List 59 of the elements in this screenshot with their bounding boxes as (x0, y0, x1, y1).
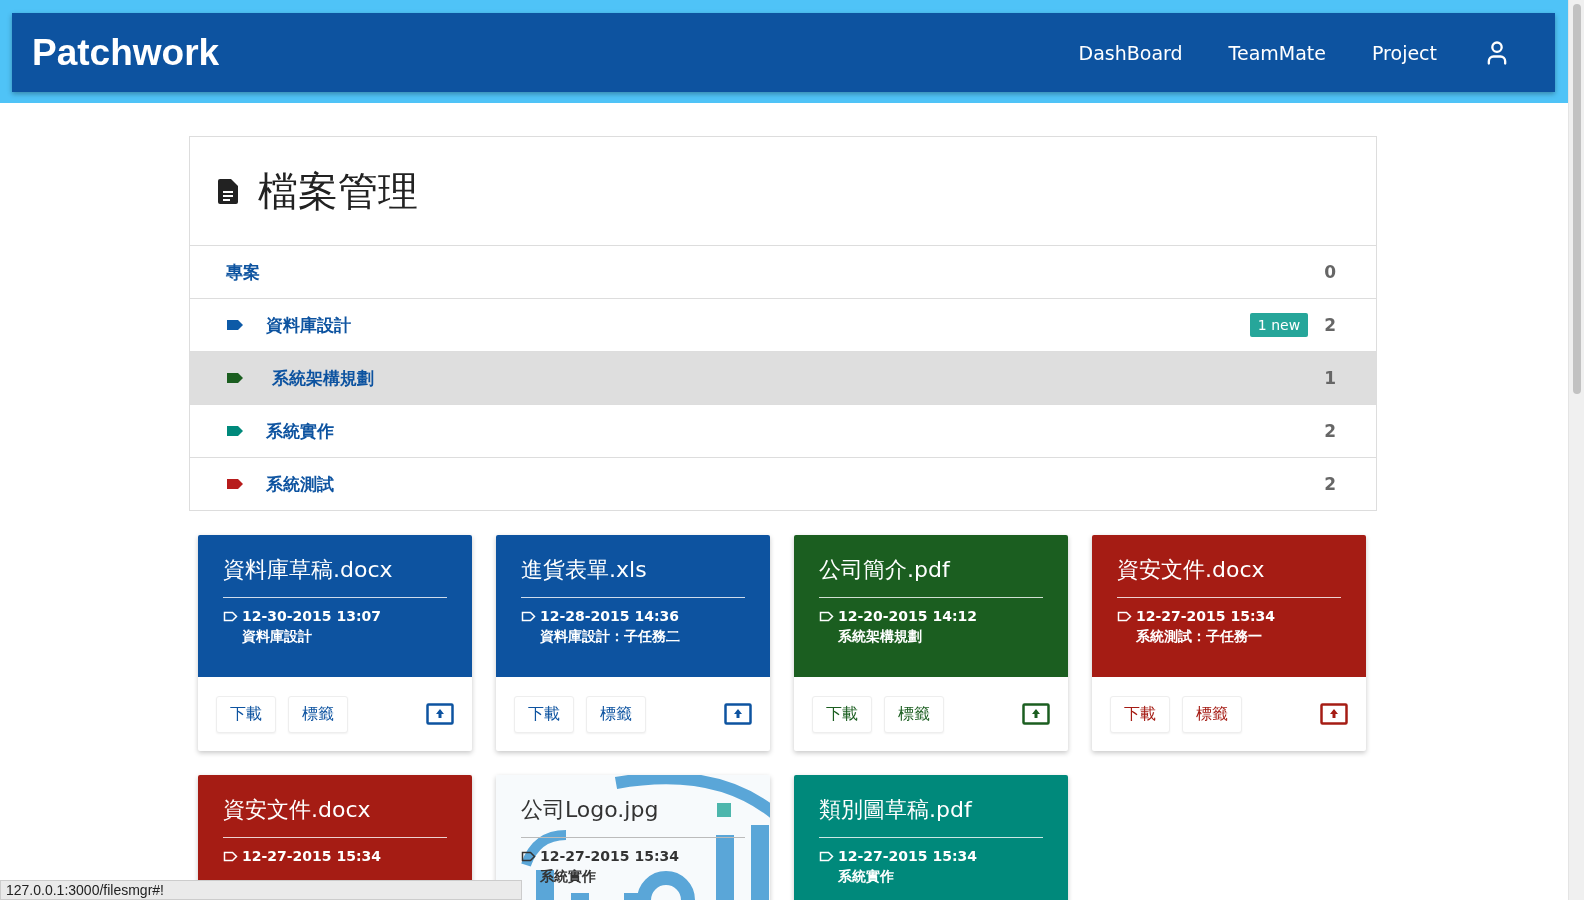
file-date: 12-27-2015 15:34 (838, 848, 977, 864)
file-task: 資料庫設計：子任務二 (540, 628, 681, 646)
tag-icon (521, 610, 536, 622)
document-icon (218, 178, 238, 204)
download-button[interactable]: 下載 (1110, 695, 1170, 733)
scrollbar[interactable] (1568, 0, 1584, 900)
item-count: 2 (1324, 315, 1336, 335)
tag-button[interactable]: 標籤 (288, 695, 348, 733)
item-count: 2 (1324, 474, 1336, 494)
file-date: 12-30-2015 13:07 (242, 608, 381, 624)
file-name: 進貨表單.xls (521, 556, 647, 584)
item-count: 0 (1324, 262, 1336, 282)
category-label: 資料庫設計 (266, 313, 351, 337)
page-title: 檔案管理 (258, 166, 418, 216)
file-date: 12-27-2015 15:34 (540, 848, 679, 864)
file-name: 資安文件.docx (1117, 556, 1265, 584)
file-name: 公司簡介.pdf (819, 556, 950, 584)
file-date: 12-28-2015 14:36 (540, 608, 679, 624)
download-button[interactable]: 下載 (812, 695, 872, 733)
file-date: 12-27-2015 15:34 (242, 848, 381, 864)
item-count: 2 (1324, 421, 1336, 441)
file-date: 12-20-2015 14:12 (838, 608, 977, 624)
tag-icon (521, 850, 536, 862)
new-badge: 1 new (1249, 313, 1309, 337)
nav-link[interactable]: DashBoard (1078, 41, 1183, 64)
tag-button[interactable]: 標籤 (1182, 695, 1242, 733)
tag-icon (819, 610, 834, 622)
upload-icon[interactable] (724, 703, 752, 725)
status-url: 127.0.0.1:3000/filesmgr#! (0, 880, 522, 900)
tag-button[interactable]: 標籤 (586, 695, 646, 733)
file-name: 資安文件.docx (223, 796, 371, 824)
item-count: 1 (1324, 368, 1336, 388)
upload-icon[interactable] (426, 703, 454, 725)
tag-icon (819, 850, 834, 862)
nav-link[interactable]: Project (1372, 41, 1437, 64)
tag-icon (223, 850, 238, 862)
tag-icon (1117, 610, 1132, 622)
file-name: 資料庫草稿.docx (223, 556, 393, 584)
tag-button[interactable]: 標籤 (884, 695, 944, 733)
tag-icon (223, 610, 238, 622)
file-name: 類別圖草稿.pdf (819, 796, 972, 824)
download-button[interactable]: 下載 (514, 695, 574, 733)
file-task: 系統實作 (540, 868, 597, 886)
nav-link[interactable]: TeamMate (1228, 41, 1326, 64)
category-label: 系統測試 (266, 472, 334, 496)
upload-icon[interactable] (1320, 703, 1348, 725)
project-header[interactable]: 專案 (226, 260, 260, 284)
file-task: 系統測試：子任務一 (1136, 628, 1263, 646)
category-label: 系統架構規劃 (272, 366, 374, 390)
category-row[interactable]: 系統架構規劃 1 (190, 352, 1376, 405)
download-button[interactable]: 下載 (216, 695, 276, 733)
file-name: 公司Logo.jpg (521, 796, 659, 824)
file-task: 系統架構規劃 (838, 628, 923, 646)
brand-logo[interactable]: Patchwork (32, 31, 220, 74)
category-label: 系統實作 (266, 419, 334, 443)
upload-icon[interactable] (1022, 703, 1050, 725)
file-task: 資料庫設計 (242, 628, 313, 646)
file-date: 12-27-2015 15:34 (1136, 608, 1275, 624)
file-task: 系統實作 (838, 868, 895, 886)
